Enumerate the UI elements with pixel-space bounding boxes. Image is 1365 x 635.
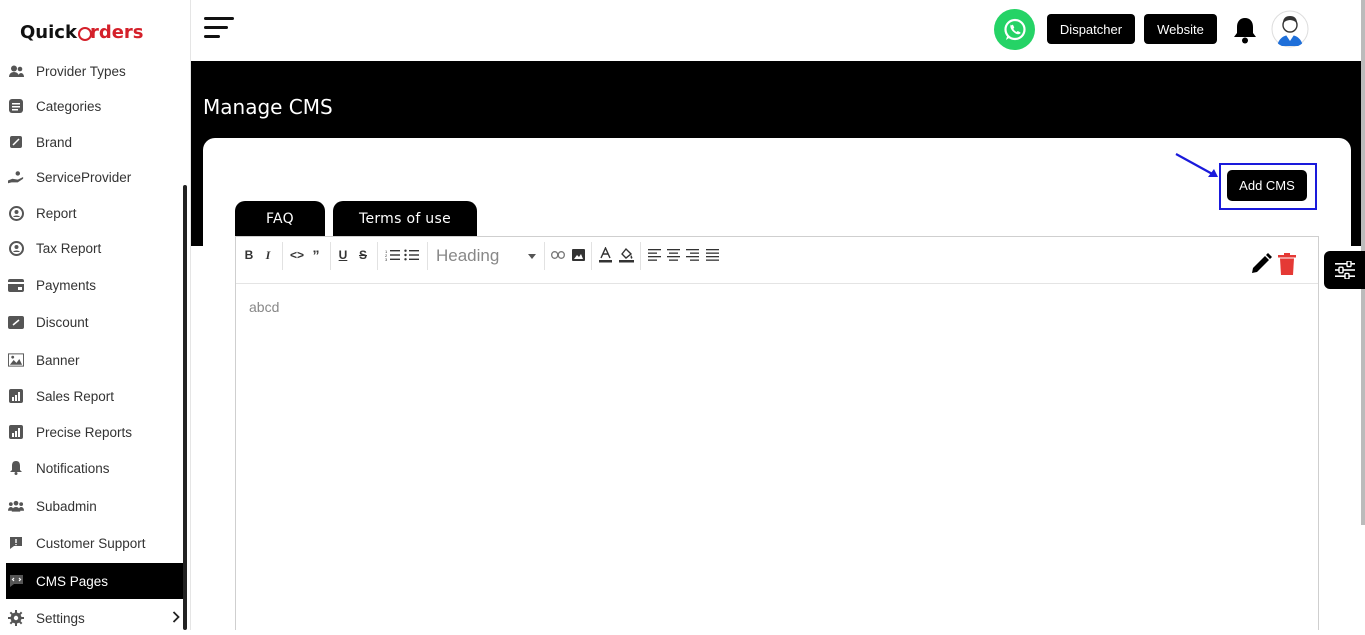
image-icon[interactable]: [571, 246, 585, 264]
heading-select[interactable]: Heading: [436, 245, 540, 267]
sidebar-item-customer-support[interactable]: Customer Support: [6, 526, 186, 560]
gear-icon: [8, 610, 24, 626]
sidebar-item-report[interactable]: Report: [6, 196, 186, 230]
sidebar-item-label: Precise Reports: [36, 424, 133, 440]
sidebar-item-categories[interactable]: Categories: [6, 89, 186, 123]
menu-toggle-icon[interactable]: [204, 17, 234, 39]
chart-icon: [8, 388, 24, 404]
highlight-color-icon[interactable]: [618, 246, 634, 264]
sidebar-item-label: Categories: [36, 98, 102, 114]
bell-icon[interactable]: [1232, 16, 1258, 44]
quote-icon[interactable]: ”: [309, 246, 323, 264]
code-icon[interactable]: <>: [288, 246, 306, 264]
sidebar-item-label: Payments: [36, 277, 97, 293]
chart-icon: [8, 424, 24, 440]
sidebar-item-label: Sales Report: [36, 388, 115, 404]
logo-mark-icon: [77, 26, 92, 41]
underline-icon[interactable]: U: [337, 246, 349, 264]
sidebar: Quick rders Provider Types Categories Br…: [0, 0, 191, 630]
sidebar-item-banner[interactable]: Banner: [6, 343, 186, 377]
align-center-icon[interactable]: [666, 246, 680, 264]
font-color-icon[interactable]: [598, 246, 612, 264]
sidebar-item-tax-report[interactable]: Tax Report: [6, 231, 186, 265]
top-bar: Dispatcher Website: [191, 0, 1365, 61]
sidebar-item-label: Subadmin: [36, 498, 97, 514]
list-icon: [8, 98, 24, 114]
hand-icon: [8, 169, 24, 185]
bold-icon[interactable]: B: [243, 246, 255, 264]
sidebar-item-label: Customer Support: [36, 535, 146, 551]
heading-select-value: Heading: [436, 246, 500, 265]
tab-terms-of-use[interactable]: Terms of use: [333, 201, 477, 237]
sidebar-item-cms-pages[interactable]: CMS Pages: [6, 563, 186, 599]
website-button[interactable]: Website: [1144, 14, 1217, 44]
sidebar-scrollbar[interactable]: [183, 185, 187, 630]
rich-text-editor: B I <> ” U S 123 Heading abcd: [235, 236, 1319, 630]
align-right-icon[interactable]: [685, 246, 699, 264]
card-icon: [8, 277, 24, 293]
link-icon[interactable]: [551, 246, 565, 264]
whatsapp-icon[interactable]: [994, 9, 1035, 50]
edit-icon[interactable]: [1250, 253, 1272, 275]
ordered-list-icon[interactable]: 123: [384, 246, 400, 264]
report-icon: [8, 240, 24, 256]
align-justify-icon[interactable]: [705, 246, 719, 264]
tag-icon: [8, 134, 24, 150]
sidebar-item-label: Settings: [36, 610, 85, 626]
editor-content[interactable]: abcd: [249, 299, 279, 315]
discount-icon: [8, 314, 24, 330]
sidebar-item-label: Tax Report: [36, 240, 102, 256]
italic-icon[interactable]: I: [262, 246, 274, 264]
sidebar-item-label: ServiceProvider: [36, 169, 132, 185]
support-icon: [8, 535, 24, 551]
annotation-arrow-icon: [1175, 153, 1218, 177]
sidebar-item-label: Notifications: [36, 460, 110, 476]
sidebar-item-subadmin[interactable]: Subadmin: [6, 489, 186, 523]
users-icon: [8, 498, 24, 514]
svg-text:3: 3: [385, 257, 388, 261]
cms-icon: [8, 573, 24, 589]
settings-sliders-icon[interactable]: [1324, 251, 1365, 289]
report-icon: [8, 205, 24, 221]
sidebar-item-label: Brand: [36, 134, 73, 150]
page-title: Manage CMS: [203, 95, 333, 119]
bell-icon: [8, 460, 24, 476]
editor-toolbar: B I <> ” U S 123 Heading: [236, 237, 1318, 284]
strikethrough-icon[interactable]: S: [357, 246, 369, 264]
align-left-icon[interactable]: [647, 246, 661, 264]
chevron-right-icon: [172, 610, 180, 626]
users-icon: [8, 63, 24, 79]
dispatcher-button[interactable]: Dispatcher: [1047, 14, 1135, 44]
sidebar-item-provider-types[interactable]: Provider Types: [6, 54, 186, 88]
add-cms-button[interactable]: Add CMS: [1227, 170, 1307, 201]
image-icon: [8, 352, 24, 368]
bullet-list-icon[interactable]: [403, 246, 419, 264]
sidebar-item-label: Report: [36, 205, 77, 221]
sidebar-item-serviceprovider[interactable]: ServiceProvider: [6, 160, 186, 194]
sidebar-item-notifications[interactable]: Notifications: [6, 451, 186, 485]
sidebar-item-payments[interactable]: Payments: [6, 268, 186, 302]
sidebar-item-discount[interactable]: Discount: [6, 305, 186, 339]
sidebar-item-label: Provider Types: [36, 63, 126, 79]
sidebar-item-label: Discount: [36, 314, 89, 330]
sidebar-item-label: Banner: [36, 352, 80, 368]
avatar[interactable]: [1271, 10, 1309, 48]
chevron-down-icon: [528, 254, 536, 259]
sidebar-item-precise-reports[interactable]: Precise Reports: [6, 415, 186, 449]
sidebar-item-brand[interactable]: Brand: [6, 125, 186, 159]
sidebar-item-sales-report[interactable]: Sales Report: [6, 379, 186, 413]
sidebar-item-label: CMS Pages: [36, 573, 109, 589]
delete-icon[interactable]: [1278, 253, 1296, 275]
brand-logo[interactable]: Quick rders: [20, 18, 144, 46]
tab-faq[interactable]: FAQ: [235, 201, 325, 237]
